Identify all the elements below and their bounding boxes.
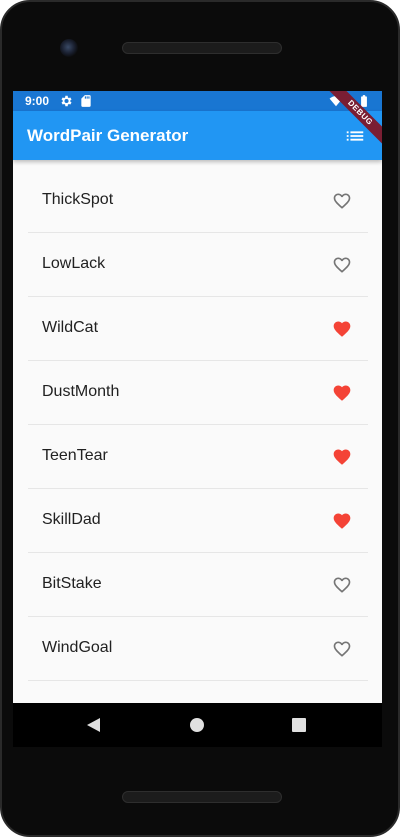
- word-pair-label: LowLack: [42, 255, 106, 272]
- favorite-filled-heart-icon[interactable]: [331, 383, 353, 403]
- favorite-outline-heart-icon[interactable]: [331, 191, 353, 211]
- app-screen: 9:00 WordPair Generator DEBUG ThickSpot L…: [13, 91, 382, 703]
- app-bar: WordPair Generator: [13, 111, 382, 160]
- top-speaker: [122, 42, 282, 54]
- recents-icon[interactable]: [289, 715, 309, 735]
- word-pair-row[interactable]: WildCat: [28, 297, 368, 361]
- front-camera: [60, 39, 78, 57]
- word-pair-label: WindGoal: [42, 639, 113, 656]
- word-pair-label: SkillDad: [42, 511, 101, 528]
- favorite-outline-heart-icon[interactable]: [331, 255, 353, 275]
- home-icon[interactable]: [187, 715, 207, 735]
- word-pair-label: ThickSpot: [42, 191, 114, 208]
- word-pair-label: WildCat: [42, 319, 99, 336]
- navigation-bar: [13, 703, 382, 747]
- word-pair-label: BitStake: [42, 575, 102, 592]
- word-pair-row[interactable]: ThickSpot: [28, 169, 368, 233]
- favorite-outline-heart-icon[interactable]: [331, 575, 353, 595]
- app-title: WordPair Generator: [27, 126, 189, 145]
- status-bar: 9:00: [13, 91, 382, 111]
- word-pair-row[interactable]: SkillDad: [28, 489, 368, 553]
- word-pair-list: ThickSpot LowLack WildCat DustMonth TeenTear…: [28, 169, 368, 681]
- settings-gear-icon: [61, 95, 72, 107]
- back-icon[interactable]: [84, 715, 104, 735]
- favorite-outline-heart-icon[interactable]: [331, 639, 353, 659]
- favorite-filled-heart-icon[interactable]: [331, 319, 353, 339]
- favorite-filled-heart-icon[interactable]: [331, 447, 353, 467]
- favorite-filled-heart-icon[interactable]: [331, 511, 353, 531]
- word-pair-row[interactable]: WindGoal: [28, 617, 368, 681]
- word-pair-label: DustMonth: [42, 383, 120, 400]
- list-icon[interactable]: [344, 125, 366, 147]
- status-time: 9:00: [25, 94, 50, 108]
- word-pair-row[interactable]: DustMonth: [28, 361, 368, 425]
- word-pair-label: TeenTear: [42, 447, 108, 464]
- word-pair-row[interactable]: LowLack: [28, 233, 368, 297]
- sd-card-icon: [81, 95, 91, 107]
- bottom-speaker: [122, 791, 282, 803]
- word-pair-row[interactable]: TeenTear: [28, 425, 368, 489]
- word-pair-row[interactable]: BitStake: [28, 553, 368, 617]
